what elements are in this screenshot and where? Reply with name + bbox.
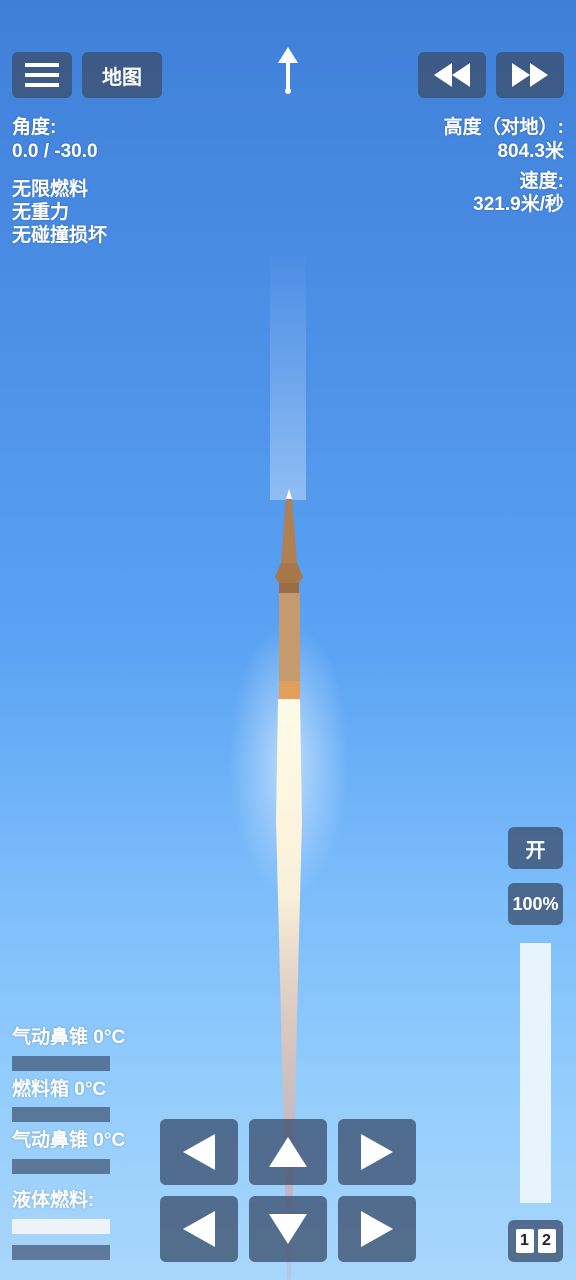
fast-forward-button[interactable] <box>496 52 564 98</box>
pitch-down-button[interactable] <box>249 1196 327 1262</box>
arrow-right-icon <box>361 1134 393 1170</box>
cheat-no-collision-damage: 无碰撞损坏 <box>12 225 108 246</box>
flame <box>276 695 302 1280</box>
rewind-icon <box>434 63 470 87</box>
smoke-trail <box>270 250 306 500</box>
altitude-label: 高度（对地）: <box>443 117 564 138</box>
pitch-up-button[interactable] <box>249 1119 327 1185</box>
cheat-infinite-fuel: 无限燃料 <box>12 179 89 200</box>
rocket-nose-tip <box>286 489 292 499</box>
arrow-up-icon <box>269 1137 307 1167</box>
liquid-fuel-label: 液体燃料: <box>12 1190 95 1211</box>
stage-1-label[interactable]: 1 <box>515 1229 534 1253</box>
rocket-fins <box>275 563 303 583</box>
part-nosecone-1-label: 气动鼻锥 0°C <box>12 1027 126 1048</box>
altitude-value: 804.3米 <box>497 141 564 162</box>
part-fuel-tank-label: 燃料箱 0°C <box>12 1079 107 1100</box>
arrow-left-icon <box>183 1134 215 1170</box>
rocket-interstage <box>279 583 299 593</box>
engine-toggle-button[interactable]: 开 <box>508 827 563 869</box>
map-button[interactable]: 地图 <box>82 52 162 98</box>
cheat-no-gravity: 无重力 <box>12 202 70 223</box>
hamburger-menu-icon <box>25 63 59 87</box>
translate-right-button[interactable] <box>338 1196 416 1262</box>
stage-selector[interactable]: 1 2 <box>508 1220 563 1262</box>
angle-label: 角度: <box>12 117 57 138</box>
arrow-left-icon <box>183 1211 215 1247</box>
liquid-fuel-bar-secondary <box>12 1245 110 1260</box>
throttle-slider-track[interactable] <box>520 943 551 1203</box>
arrow-down-icon <box>269 1214 307 1244</box>
translate-left-button[interactable] <box>160 1196 238 1262</box>
arrow-right-icon <box>361 1211 393 1247</box>
rotate-left-button[interactable] <box>160 1119 238 1185</box>
throttle-slider-fill <box>520 943 551 1203</box>
rocket-engine <box>279 681 300 699</box>
part-nosecone-1-bar <box>12 1056 110 1071</box>
speed-value: 321.9米/秒 <box>473 194 564 215</box>
fast-forward-icon <box>512 63 548 87</box>
part-nosecone-2-label: 气动鼻锥 0°C <box>12 1130 126 1151</box>
rewind-button[interactable] <box>418 52 486 98</box>
part-fuel-tank-bar <box>12 1107 110 1122</box>
rocket <box>275 489 303 699</box>
rocket-fuel-tank <box>279 593 300 681</box>
speed-label: 速度: <box>519 171 564 192</box>
menu-button[interactable] <box>12 52 72 98</box>
part-nosecone-2-bar <box>12 1159 110 1174</box>
stage-2-label[interactable]: 2 <box>537 1229 556 1253</box>
throttle-percent-button[interactable]: 100% <box>508 883 563 925</box>
angle-value: 0.0 / -30.0 <box>12 141 98 162</box>
rocket-nose-cone <box>281 499 297 563</box>
heading-arrow-icon <box>278 47 298 94</box>
liquid-fuel-bar <box>12 1219 110 1234</box>
rotate-right-button[interactable] <box>338 1119 416 1185</box>
